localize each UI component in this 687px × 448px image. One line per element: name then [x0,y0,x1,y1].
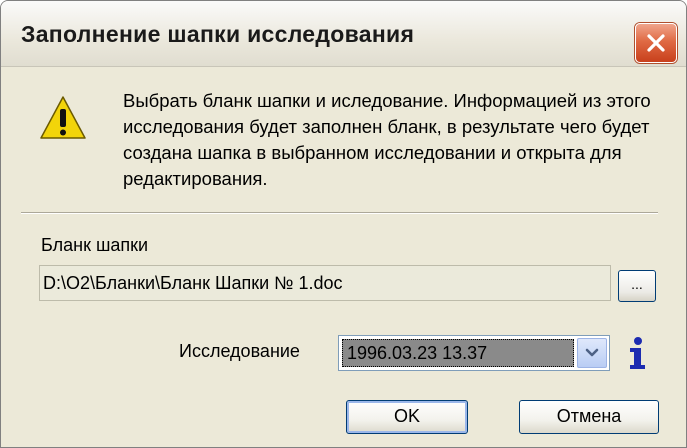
dialog-window: Заполнение шапки исследования Выбрать бл… [0,0,687,448]
browse-button[interactable]: ... [618,270,656,302]
blank-label: Бланк шапки [41,235,149,255]
cancel-button[interactable]: Отмена [519,400,659,434]
ok-button[interactable]: OK [346,400,468,434]
title-bar[interactable]: Заполнение шапки исследования [1,1,686,67]
close-icon [647,34,665,52]
chevron-down-icon [585,348,599,357]
dialog-title: Заполнение шапки исследования [21,21,415,47]
study-label: Исследование [179,341,300,361]
study-dropdown-button[interactable] [577,338,607,368]
info-message: Выбрать бланк шапки и иследование. Инфор… [123,90,651,189]
warning-icon [40,96,86,139]
study-select[interactable]: 1996.03.23 13.37 [338,335,610,371]
blank-path-field: D:\O2\Бланки\Бланк Шапки № 1.doc [39,265,611,301]
study-selected-value: 1996.03.23 13.37 [342,339,574,367]
close-button[interactable] [635,23,677,63]
separator [21,212,658,214]
info-icon[interactable] [623,336,651,370]
